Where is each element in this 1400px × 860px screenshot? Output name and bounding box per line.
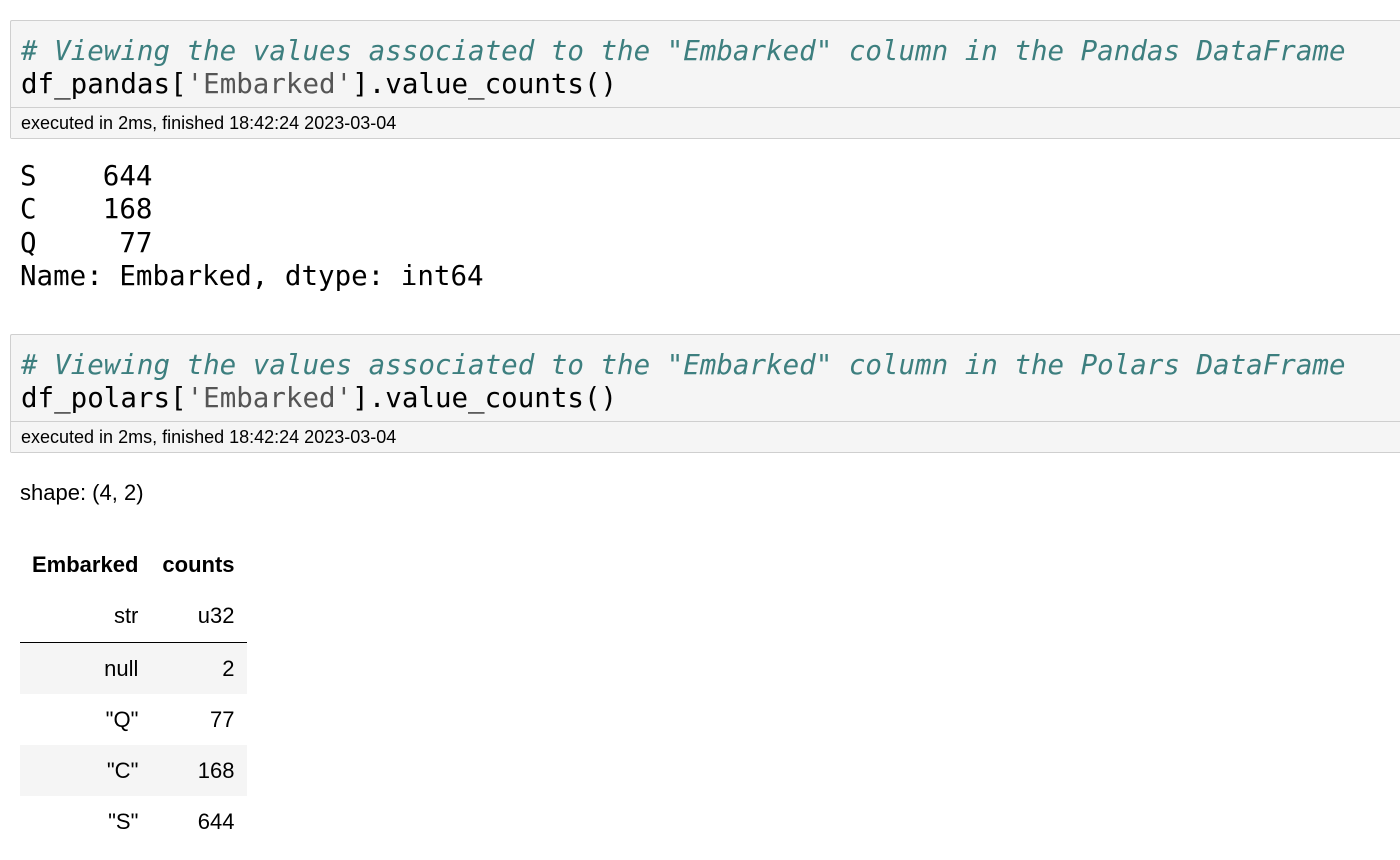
table-row: "C" 168	[20, 745, 247, 796]
code-suffix: ].value_counts()	[352, 382, 618, 414]
code-input-area[interactable]: # Viewing the values associated to the "…	[10, 334, 1400, 453]
column-header: Embarked	[32, 552, 139, 577]
code-string: 'Embarked'	[186, 382, 353, 414]
code-cell-polars[interactable]: # Viewing the values associated to the "…	[10, 334, 1400, 453]
column-dtype: u32	[150, 590, 247, 643]
cell-output-text: S 644 C 168 Q 77 Name: Embarked, dtype: …	[20, 160, 484, 293]
code-prefix: df_pandas[	[21, 68, 187, 100]
code-prefix: df_polars[	[21, 382, 187, 414]
table-cell: 2	[222, 655, 235, 681]
table-cell: "Q"	[105, 706, 139, 732]
code-suffix: ].value_counts()	[352, 68, 618, 100]
table-cell: 644	[197, 808, 235, 834]
code-input-area[interactable]: # Viewing the values associated to the "…	[10, 20, 1400, 139]
code-comment: # Viewing the values associated to the "…	[21, 349, 1346, 381]
column-header: counts	[162, 552, 235, 577]
table-row: null 2	[20, 642, 247, 694]
code-comment: # Viewing the values associated to the "…	[21, 35, 1346, 67]
column-dtype: str	[20, 590, 151, 643]
table-row: "Q" 77	[20, 694, 247, 745]
table-cell: null	[104, 655, 139, 681]
table-cell: "S"	[108, 808, 139, 834]
execution-info: executed in 2ms, finished 18:42:24 2023-…	[11, 107, 1400, 138]
dataframe-shape: shape: (4, 2)	[20, 480, 144, 505]
table-cell: 168	[197, 757, 235, 783]
code-string: 'Embarked'	[186, 68, 353, 100]
table-header-row: Embarked counts	[20, 540, 247, 590]
table-cell: 77	[210, 706, 235, 732]
code-editor[interactable]: # Viewing the values associated to the "…	[11, 21, 1400, 107]
table-dtype-row: str u32	[20, 590, 247, 643]
code-cell-pandas[interactable]: # Viewing the values associated to the "…	[10, 20, 1400, 139]
code-editor[interactable]: # Viewing the values associated to the "…	[11, 335, 1400, 421]
table-cell: "C"	[106, 757, 139, 783]
table-row: "S" 644	[20, 796, 247, 847]
dataframe-table: Embarked counts str u32 null 2 "Q" 77 "C…	[20, 540, 247, 847]
execution-info: executed in 2ms, finished 18:42:24 2023-…	[11, 421, 1400, 452]
